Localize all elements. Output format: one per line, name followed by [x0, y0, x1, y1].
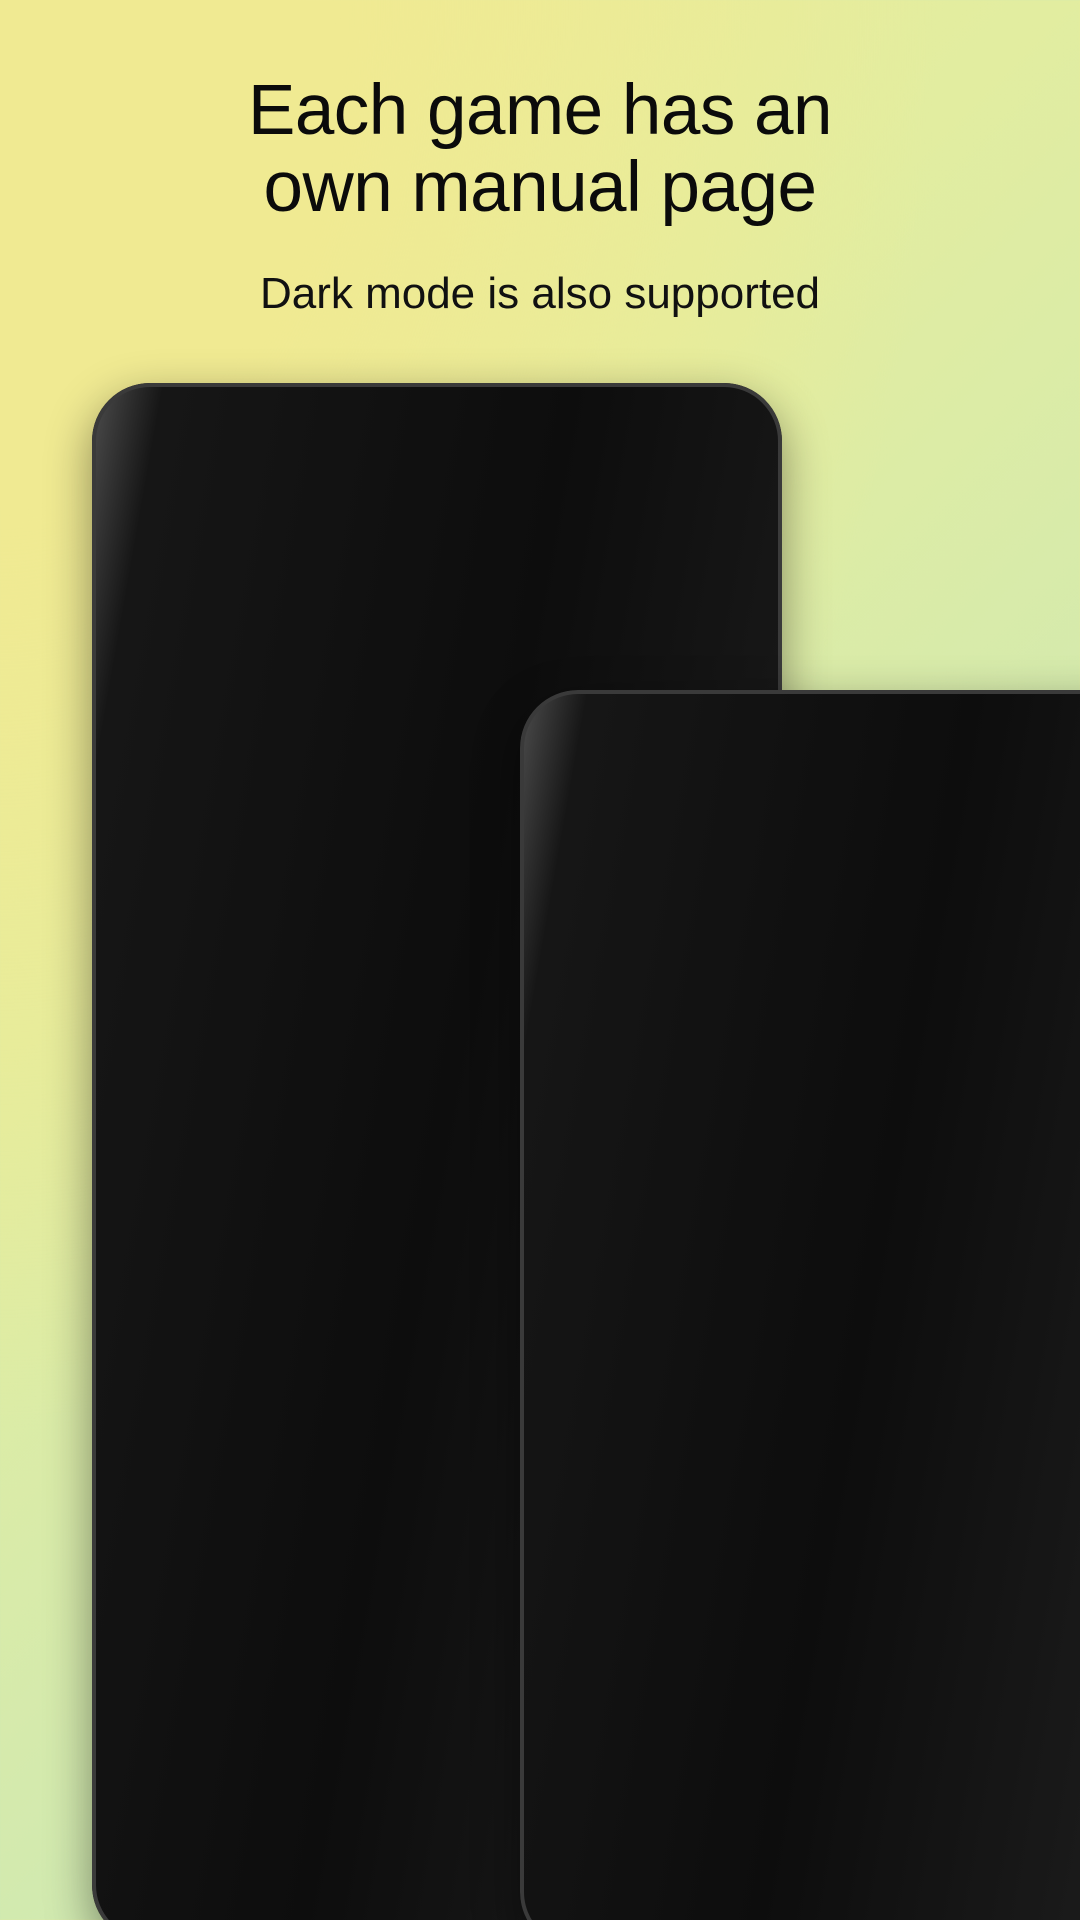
section-heading-structure: Structure — [576, 1103, 745, 1145]
status-bar-clock: 11:38 — [656, 528, 734, 563]
app-bar-title: Manual — [658, 887, 803, 936]
promo-headline-line2: own manual page — [263, 148, 817, 228]
section-paragraph: Moving cards from the discard stack to a… — [576, 1323, 1080, 1434]
earpiece-speaker-icon — [790, 758, 1080, 780]
promo-text-block: Each game has an own manual page Dark mo… — [0, 0, 1080, 319]
app-bar-title: Manual — [230, 600, 375, 649]
section-paragraph: 7 tableau stacks, 1 main and 1 discard s… — [576, 1252, 1080, 1285]
app-bar-dark: Manual — [114, 575, 760, 675]
manual-content-light[interactable]: Golf Structure 1 deck of 52 cards. 7 tab… — [542, 962, 1080, 1634]
phone-bezel-top-dark — [114, 405, 760, 517]
section-paragraph: Move every card from the tableau to the … — [576, 1559, 1080, 1631]
section-heading-objective: Objective — [576, 1481, 748, 1523]
phone-bezel-top-light — [542, 712, 1080, 824]
app-bar-light: Manual — [542, 862, 1080, 962]
front-camera-icon — [654, 770, 676, 792]
front-camera-secondary-icon — [732, 764, 762, 794]
phone-mockup-light: 4G ⚡ 11:38 Manual Golf Structure 1 deck … — [520, 690, 1080, 1920]
section-paragraph: 1 deck of 52 cards. — [576, 1181, 830, 1214]
manual-game-title: Golf — [576, 1005, 672, 1058]
hamburger-menu-icon[interactable] — [144, 607, 190, 643]
promo-subhead: Dark mode is also supported — [259, 268, 821, 318]
status-bar-dark: 4G ⚡ 11:38 — [114, 517, 760, 575]
phone-screen-glass-light: 4G ⚡ 11:38 Manual Golf Structure 1 deck … — [542, 712, 1080, 1920]
app-screen-light: 4G ⚡ 11:38 Manual Golf Structure 1 deck … — [542, 824, 1080, 1920]
earpiece-speaker-icon — [362, 451, 714, 473]
promo-headline-line1: Each game has an — [247, 71, 833, 150]
battery-charging-icon: ⚡ — [615, 524, 645, 563]
promo-headline: Each game has an own manual page — [0, 72, 1080, 227]
signal-bars-icon: 4G — [558, 527, 605, 563]
hamburger-menu-icon[interactable] — [572, 894, 618, 930]
front-camera-secondary-icon — [304, 457, 334, 487]
front-camera-icon — [226, 463, 248, 485]
